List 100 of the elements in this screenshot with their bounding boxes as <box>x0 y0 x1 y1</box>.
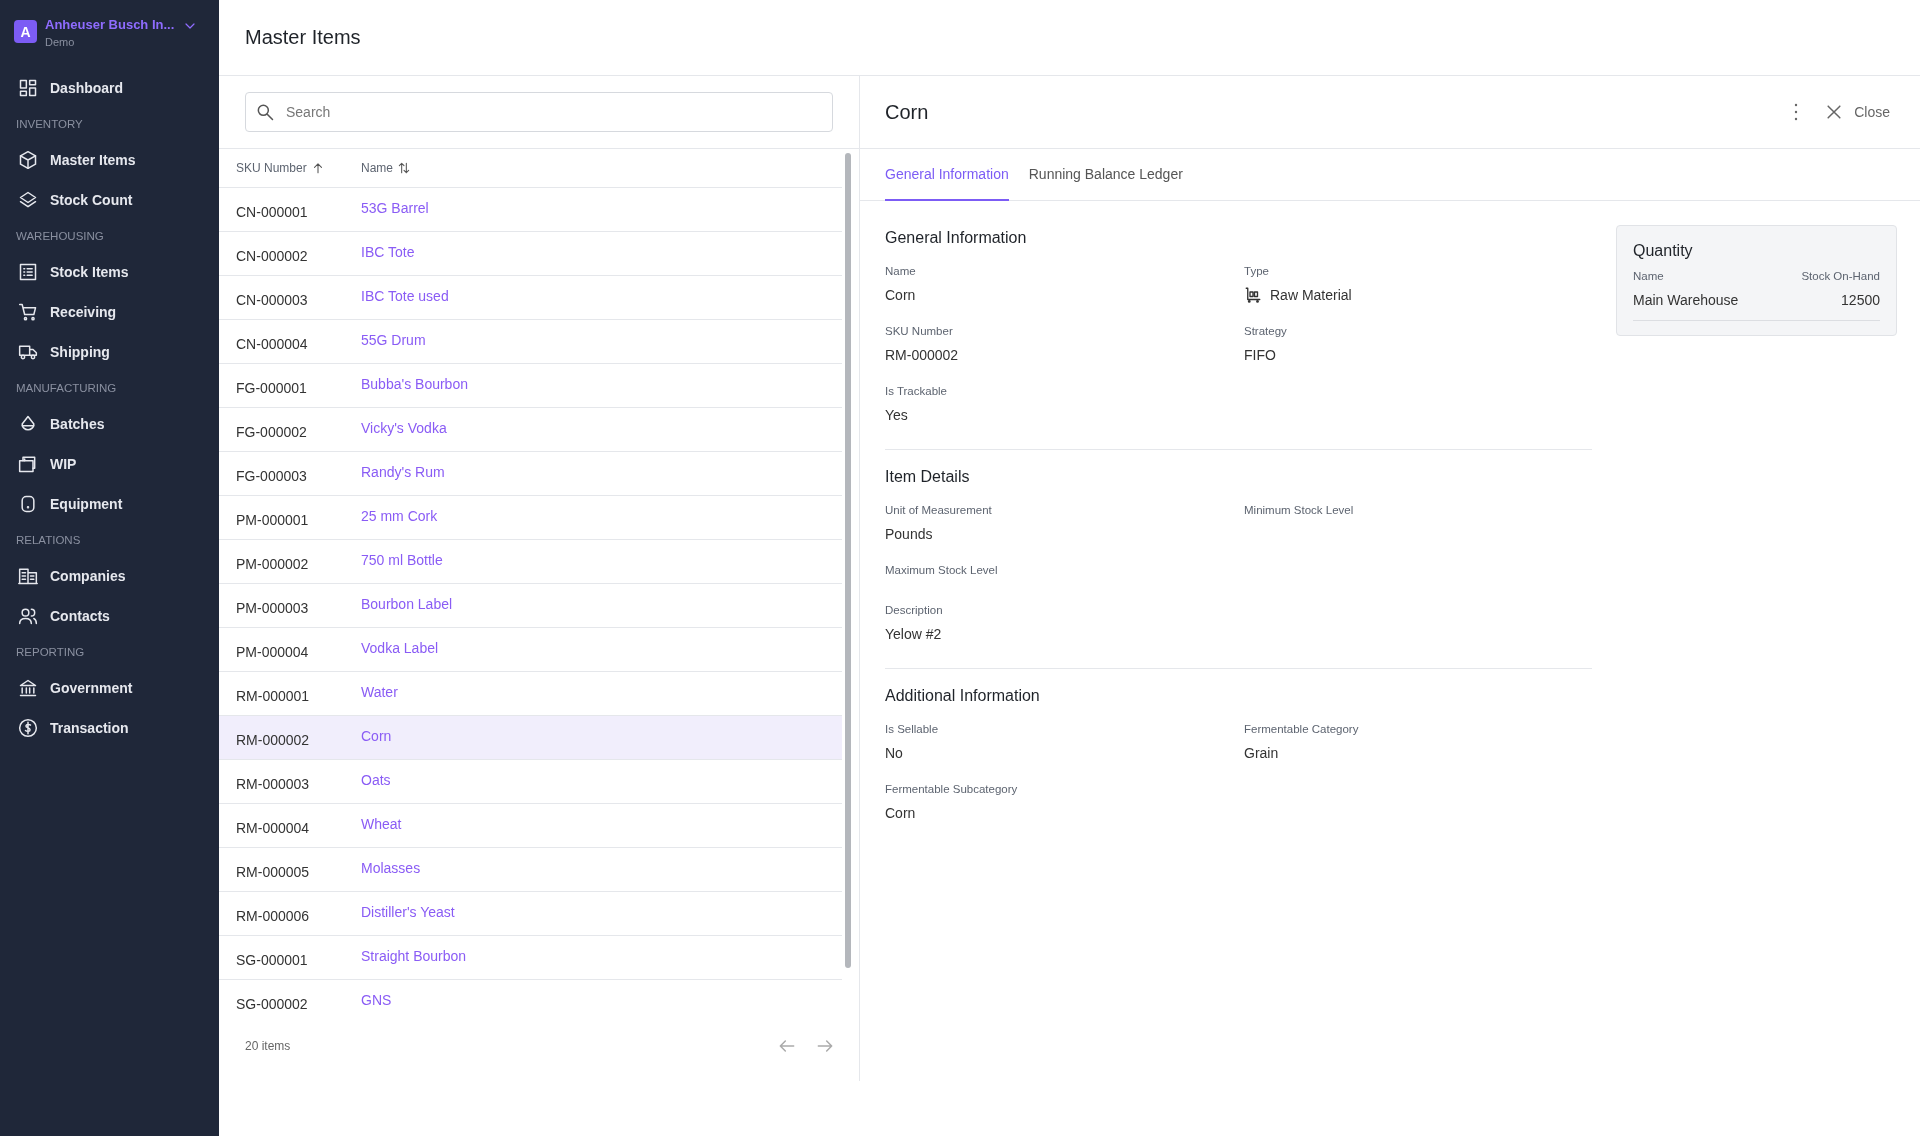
field-label: Maximum Stock Level <box>885 564 999 576</box>
field-label: Is Sellable <box>885 723 940 735</box>
column-header: Stock On-Hand <box>1801 270 1880 282</box>
sku-cell-text: SG-000002 <box>236 994 309 1011</box>
field-label: Strategy <box>1244 325 1288 337</box>
page-title: Master Items <box>245 26 361 49</box>
sidebar-item[interactable]: Dashboard <box>0 68 219 108</box>
tab[interactable]: Running Balance Ledger <box>1028 149 1183 201</box>
item-link[interactable]: 750 ml Bottle <box>361 551 443 568</box>
column-header: Name <box>1633 270 1664 282</box>
warehouse-name: Main Warehouse <box>1633 292 1739 308</box>
table-row[interactable]: FG-000002 Vicky's Vodka <box>219 408 842 452</box>
item-count: 20 items <box>245 1039 291 1053</box>
dollar-icon <box>18 718 38 738</box>
layers-icon <box>18 190 38 210</box>
sidebar-item[interactable]: Stock Count <box>0 180 219 220</box>
table-row[interactable]: SG-000001 Straight Bourbon <box>219 936 842 980</box>
field-label: Description <box>885 604 944 616</box>
table-row[interactable]: CN-000003 IBC Tote used <box>219 276 842 320</box>
sku-cell-text: FG-000002 <box>236 422 308 440</box>
sku-cell-text: FG-000003 <box>236 466 308 484</box>
item-link[interactable]: GNS <box>361 991 392 1008</box>
sku-cell-text: CN-000002 <box>236 246 309 264</box>
sku-cell-text: RM-000006 <box>236 906 311 924</box>
more-button[interactable] <box>1794 103 1799 121</box>
cart-icon <box>1244 286 1262 304</box>
item-link[interactable]: Water <box>361 683 398 700</box>
table-row[interactable]: RM-000002 Corn <box>219 716 842 760</box>
briefcase-icon <box>18 454 38 474</box>
item-link[interactable]: Oats <box>361 771 391 788</box>
sidebar-item[interactable]: Batches <box>0 404 219 444</box>
table-row[interactable]: PM-000001 25 mm Cork <box>219 496 842 540</box>
item-link[interactable]: Vodka Label <box>361 639 439 656</box>
field-label: Minimum Stock Level <box>1244 504 1355 516</box>
table-row[interactable]: PM-000004 Vodka Label <box>219 628 842 672</box>
sidebar-item[interactable]: Equipment <box>0 484 219 524</box>
table-row[interactable]: CN-000001 53G Barrel <box>219 188 842 232</box>
item-link[interactable]: Bubba's Bourbon <box>361 375 468 392</box>
sidebar-item[interactable]: Transaction <box>0 708 219 748</box>
sidebar-item[interactable]: Contacts <box>0 596 219 636</box>
sku-cell-text: PM-000004 <box>236 642 310 660</box>
item-link[interactable]: Randy's Rum <box>361 463 445 480</box>
scrollbar[interactable] <box>845 153 851 968</box>
table-row[interactable]: FG-000003 Randy's Rum <box>219 452 842 496</box>
org-name: Anheuser Busch In... <box>45 16 175 34</box>
section-heading: WAREHOUSING <box>15 229 105 244</box>
table-row[interactable]: RM-000006 Distiller's Yeast <box>219 892 842 936</box>
sidebar-item[interactable]: WIP <box>0 444 219 484</box>
column-header[interactable]: SKU Number <box>236 161 361 175</box>
table-row[interactable]: CN-000004 55G Drum <box>219 320 842 364</box>
table-row[interactable]: SG-000002 GNS <box>219 980 842 1011</box>
sku-cell-text: RM-000003 <box>236 774 311 792</box>
sidebar-item[interactable]: Government <box>0 668 219 708</box>
table-row[interactable]: FG-000001 Bubba's Bourbon <box>219 364 842 408</box>
sku-cell-text: CN-000001 <box>236 202 309 220</box>
item-link[interactable]: Vicky's Vodka <box>361 419 447 436</box>
sku-cell-text: RM-000001 <box>236 686 311 704</box>
field-value: Corn <box>885 286 917 304</box>
people-icon <box>18 606 38 626</box>
item-link[interactable]: Corn <box>361 727 392 744</box>
sidebar-item[interactable]: Master Items <box>0 140 219 180</box>
item-link[interactable]: IBC Tote used <box>361 287 449 304</box>
field-value: Yelow #2 <box>885 625 943 643</box>
item-link[interactable]: Wheat <box>361 815 402 832</box>
sidebar-item[interactable]: Stock Items <box>0 252 219 292</box>
table-row[interactable]: RM-000005 Molasses <box>219 848 842 892</box>
org-switcher[interactable]: A Anheuser Busch In... Demo <box>0 14 219 48</box>
item-link[interactable]: Straight Bourbon <box>361 947 467 964</box>
field-label: Type <box>1244 265 1270 277</box>
item-link[interactable]: IBC Tote <box>361 243 415 260</box>
close-button[interactable]: Close <box>1824 102 1890 122</box>
field-value: Yes <box>885 406 909 424</box>
item-link[interactable]: 53G Barrel <box>361 199 429 216</box>
item-link[interactable]: Bourbon Label <box>361 595 453 612</box>
tab[interactable]: General Information <box>885 149 1009 201</box>
item-link[interactable]: 55G Drum <box>361 331 426 348</box>
field-value: Corn <box>885 804 917 822</box>
sku-cell-text: SG-000001 <box>236 950 309 968</box>
sidebar-item[interactable]: Shipping <box>0 332 219 372</box>
field-label: Name <box>885 265 917 277</box>
section-title: Item Details <box>885 467 971 486</box>
table-row[interactable]: PM-000003 Bourbon Label <box>219 584 842 628</box>
sku-cell-text: PM-000002 <box>236 554 310 572</box>
field-label: Fermentable Category <box>1244 723 1360 735</box>
item-link[interactable]: 25 mm Cork <box>361 507 438 524</box>
table-row[interactable]: CN-000002 IBC Tote <box>219 232 842 276</box>
table-row[interactable]: PM-000002 750 ml Bottle <box>219 540 842 584</box>
table-row[interactable]: RM-000004 Wheat <box>219 804 842 848</box>
field-label: Unit of Measurement <box>885 504 993 516</box>
column-header[interactable]: Name <box>361 161 411 175</box>
sku-cell-text: PM-000001 <box>236 510 310 528</box>
sku-cell-text: CN-000003 <box>236 290 309 308</box>
item-link[interactable]: Distiller's Yeast <box>361 903 455 920</box>
section-heading: RELATIONS <box>15 533 82 548</box>
item-link[interactable]: Molasses <box>361 859 421 876</box>
table-row[interactable]: RM-000003 Oats <box>219 760 842 804</box>
sidebar-item[interactable]: Receiving <box>0 292 219 332</box>
grid-icon <box>18 78 38 98</box>
search-field[interactable]: Search <box>245 92 833 132</box>
sidebar-item[interactable]: Companies <box>0 556 219 596</box>
